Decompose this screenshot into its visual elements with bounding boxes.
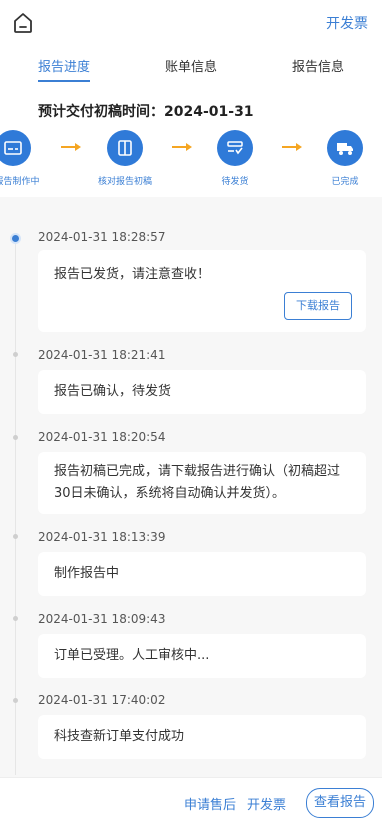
timeline-dot — [13, 698, 18, 703]
timeline-dot — [13, 616, 18, 621]
apply-after-sale-link[interactable]: 申请售后 — [184, 794, 236, 813]
view-report-button[interactable]: 查看报告 — [306, 788, 374, 818]
timeline-text: 报告已确认，待发货 — [54, 384, 172, 399]
tab-report-info[interactable]: 报告信息 — [292, 56, 344, 75]
step-report-icon — [0, 130, 31, 166]
timeline-time: 2024-01-31 18:20:54 — [38, 430, 166, 444]
timeline-text: 制作报告中 — [54, 566, 120, 581]
progress-steps: 报告制作中 核对报告初稿 待发货 已完成 — [0, 128, 382, 188]
tab-report-progress[interactable]: 报告进度 — [38, 56, 90, 75]
timeline-line — [15, 235, 16, 775]
timeline-dot — [13, 435, 18, 440]
arrow-right-icon — [61, 143, 81, 151]
timeline-dot — [13, 534, 18, 539]
home-icon[interactable] — [12, 12, 34, 34]
timeline-text: 报告已发货，请注意查收！ — [54, 267, 211, 282]
invoice-link[interactable]: 开发票 — [326, 13, 368, 33]
timeline-card: 报告初稿已完成，请下载报告进行确认（初稿超过30日未确认，系统将自动确认并发货）… — [38, 452, 366, 514]
timeline-card: 制作报告中 — [38, 552, 366, 596]
timeline-dot — [12, 235, 19, 242]
step-book-icon — [107, 130, 143, 166]
timeline-time: 2024-01-31 18:09:43 — [38, 612, 166, 626]
step-label: 报告制作中 — [0, 177, 40, 187]
step-truck-icon — [327, 130, 363, 166]
tab-bar: 报告进度 账单信息 报告信息 — [0, 56, 382, 86]
step-label: 核对报告初稿 — [97, 177, 153, 187]
tab-billing-info[interactable]: 账单信息 — [165, 56, 217, 75]
timeline-dot — [13, 352, 18, 357]
tab-active-indicator — [38, 80, 90, 82]
step-label: 已完成 — [331, 177, 359, 187]
download-report-button[interactable]: 下载报告 — [284, 292, 352, 320]
timeline-card: 订单已受理。人工审核中... — [38, 634, 366, 678]
timeline-time: 2024-01-31 18:21:41 — [38, 348, 166, 362]
timeline-time: 2024-01-31 18:28:57 — [38, 230, 166, 244]
arrow-right-icon — [282, 143, 302, 151]
timeline-text: 订单已受理。人工审核中... — [54, 648, 210, 663]
top-bar: 开发票 — [0, 0, 382, 46]
invoice-bottom-link[interactable]: 开发票 — [247, 794, 286, 813]
step-label: 待发货 — [221, 177, 249, 187]
timeline-card: 科技查新订单支付成功 — [38, 715, 366, 759]
timeline-card: 报告已确认，待发货 — [38, 370, 366, 414]
arrow-right-icon — [172, 143, 192, 151]
timeline-time: 2024-01-31 17:40:02 — [38, 693, 166, 707]
timeline-card: 报告已发货，请注意查收！ 下载报告 — [38, 250, 366, 332]
bottom-action-bar: 申请售后 开发票 查看报告 — [0, 777, 382, 828]
timeline-text: 报告初稿已完成，请下载报告进行确认（初稿超过30日未确认，系统将自动确认并发货）… — [54, 464, 341, 501]
estimated-delivery: 预计交付初稿时间：2024-01-31 — [38, 104, 254, 120]
timeline-time: 2024-01-31 18:13:39 — [38, 530, 166, 544]
step-checklist-icon — [217, 130, 253, 166]
timeline-text: 科技查新订单支付成功 — [54, 729, 185, 744]
timeline: 2024-01-31 18:28:57 报告已发货，请注意查收！ 下载报告 20… — [0, 197, 382, 777]
